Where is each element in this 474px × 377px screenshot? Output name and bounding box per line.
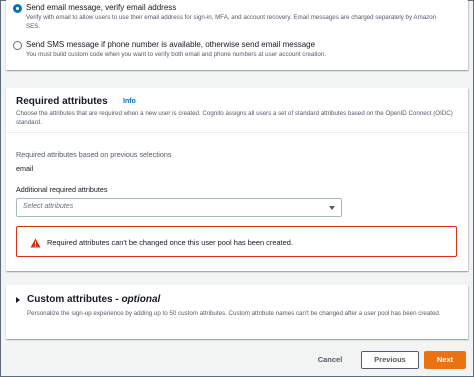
sms-option-desc: You must build custom code when you want… (26, 51, 327, 58)
select-attributes-placeholder: Select attributes (23, 203, 74, 210)
cancel-button[interactable]: Cancel (310, 351, 350, 369)
previous-selections-label: Required attributes based on previous se… (16, 150, 172, 159)
required-attributes-info-link[interactable]: Info (123, 98, 136, 105)
expand-caret-icon[interactable] (16, 297, 20, 303)
email-option-desc: Verify with email to allow users to use … (26, 14, 437, 30)
warning-icon (30, 238, 41, 248)
caret-down-icon (329, 206, 335, 210)
verification-options-card: Send email message, verify email address… (6, 0, 468, 70)
previous-button[interactable]: Previous (361, 351, 419, 369)
sms-radio[interactable] (13, 41, 22, 50)
custom-attributes-desc: Personalize the sign-up experience by ad… (27, 310, 441, 317)
email-option-label: Send email message, verify email address (26, 3, 177, 12)
previous-selections-value: email (16, 164, 34, 173)
custom-attributes-title-text: Custom attributes - (27, 294, 122, 305)
sms-option-label: Send SMS message if phone number is avai… (26, 40, 316, 49)
header-divider (6, 132, 468, 133)
immutable-warning-alert: Required attributes can't be changed onc… (16, 226, 457, 257)
custom-attributes-title[interactable]: Custom attributes - optional (27, 294, 160, 305)
additional-attributes-label: Additional required attributes (16, 185, 108, 194)
required-attributes-desc: Choose the attributes that are required … (16, 110, 453, 126)
required-attributes-title: Required attributes (16, 96, 108, 107)
email-radio[interactable] (13, 4, 22, 13)
next-button[interactable]: Next (424, 351, 466, 369)
custom-attributes-card: Custom attributes - optional Personalize… (6, 285, 468, 339)
select-attributes-dropdown[interactable]: Select attributes (16, 198, 342, 217)
alert-text: Required attributes can't be changed onc… (47, 238, 293, 247)
required-attributes-card: Required attributes Info Choose the attr… (6, 88, 468, 271)
custom-attributes-optional-text: optional (121, 294, 161, 305)
